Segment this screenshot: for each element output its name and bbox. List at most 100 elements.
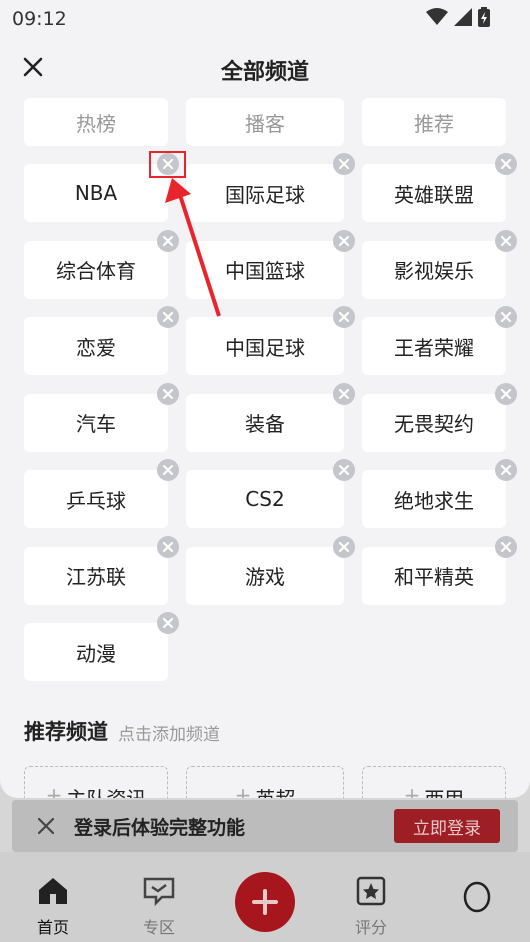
channel-tile[interactable]: 中国足球: [186, 317, 344, 375]
tab-home-label: 首页: [36, 918, 69, 937]
channel-tile[interactable]: 绝地求生: [362, 470, 506, 528]
plus-icon: +: [234, 783, 252, 798]
channel-label: 动漫: [76, 641, 116, 666]
channel-tile[interactable]: 和平精英: [362, 546, 506, 605]
tab-rating[interactable]: 评分: [339, 876, 403, 938]
close-icon: [162, 158, 174, 170]
add-post-button[interactable]: [235, 872, 295, 932]
tab-zone[interactable]: 专区: [127, 876, 191, 938]
close-icon: [338, 311, 350, 323]
remove-channel-button[interactable]: [157, 535, 179, 558]
login-button[interactable]: 立即登录: [394, 809, 500, 843]
recommended-channel-tile[interactable]: +英超: [186, 766, 344, 798]
recommended-title: 推荐频道: [24, 720, 108, 744]
remove-channel-button[interactable]: [495, 535, 517, 558]
remove-channel-button[interactable]: [157, 306, 179, 328]
close-icon: [500, 158, 512, 170]
remove-channel-button[interactable]: [157, 229, 179, 252]
remove-channel-button[interactable]: [495, 459, 517, 481]
recommended-channel-tile[interactable]: +西甲: [362, 766, 506, 798]
channel-tile[interactable]: 装备: [186, 393, 344, 452]
remove-channel-button[interactable]: [157, 153, 179, 175]
channel-tile[interactable]: 王者荣耀: [362, 317, 506, 375]
channel-label: 绝地求生: [394, 488, 474, 513]
remove-channel-button[interactable]: [333, 459, 355, 481]
tab-rating-label: 评分: [354, 918, 387, 937]
channel-label: 西甲: [424, 783, 464, 798]
channel-label: 装备: [245, 412, 285, 436]
remove-channel-button[interactable]: [333, 306, 355, 328]
channel-tile[interactable]: 中国篮球: [186, 240, 344, 299]
tab-profile[interactable]: [445, 880, 509, 918]
remove-channel-button[interactable]: [495, 382, 517, 405]
channel-tile[interactable]: 国际足球: [186, 164, 344, 222]
remove-channel-button[interactable]: [157, 612, 179, 634]
remove-channel-button[interactable]: [157, 382, 179, 405]
channel-tile[interactable]: 英雄联盟: [362, 164, 506, 222]
plus-icon: +: [45, 783, 63, 798]
close-icon: [500, 235, 512, 246]
close-icon: [338, 388, 350, 399]
channel-tile[interactable]: NBA: [24, 164, 168, 222]
close-icon: [500, 464, 512, 476]
channel-tile[interactable]: 江苏联: [24, 546, 168, 605]
channel-sheet: 全部频道 热榜 播客 推荐 NBA 国际足球 英雄联盟综合体育 中国篮球 影视娱乐恋爱 中国足球…: [0, 38, 530, 798]
login-banner: 登录后体验完整功能 立即登录: [12, 800, 518, 852]
channel-label: 中国足球: [225, 335, 305, 360]
close-icon[interactable]: [34, 814, 58, 838]
channel-tile[interactable]: 推荐: [362, 98, 506, 146]
channel-label: 中国篮球: [225, 259, 305, 283]
close-icon: [338, 464, 350, 476]
channel-tile[interactable]: 恋爱: [24, 317, 168, 375]
channel-label: NBA: [74, 181, 118, 205]
home-icon: [39, 878, 67, 904]
channel-tile[interactable]: 游戏: [186, 546, 344, 605]
channel-label: 国际足球: [225, 182, 305, 207]
channel-tile[interactable]: 播客: [186, 98, 344, 146]
channel-label: 游戏: [245, 565, 285, 589]
login-prompt-text: 登录后体验完整功能: [74, 817, 246, 839]
channel-label: 影视娱乐: [394, 259, 474, 283]
channel-label: 英雄联盟: [394, 182, 474, 207]
status-icons: [426, 7, 490, 27]
close-icon: [500, 541, 512, 552]
close-icon: [162, 617, 174, 629]
remove-channel-button[interactable]: [333, 382, 355, 405]
recommended-channel-tile[interactable]: +主队资讯: [24, 766, 168, 798]
channel-label: 无畏契约: [394, 412, 474, 436]
remove-channel-button[interactable]: [495, 153, 517, 175]
channel-label: 乒乓球: [66, 488, 126, 513]
close-icon: [338, 541, 350, 552]
status-time: 09:12: [12, 8, 67, 30]
channel-tile[interactable]: 动漫: [24, 623, 168, 681]
close-icon: [500, 388, 512, 399]
remove-channel-button[interactable]: [333, 153, 355, 175]
remove-channel-button[interactable]: [495, 306, 517, 328]
remove-channel-button[interactable]: [333, 229, 355, 252]
channel-label: 主队资讯: [66, 783, 146, 798]
plus-icon: +: [403, 783, 421, 798]
header: 全部频道: [0, 38, 530, 100]
close-icon: [162, 464, 174, 476]
recommended-subtitle: 点击添加频道: [118, 725, 220, 745]
close-icon: [338, 235, 350, 246]
channel-tile[interactable]: 汽车: [24, 393, 168, 452]
profile-circle-icon: [463, 881, 491, 913]
remove-channel-button[interactable]: [495, 229, 517, 252]
channel-tile[interactable]: 无畏契约: [362, 393, 506, 452]
channel-label: 王者荣耀: [394, 335, 474, 360]
cell-signal-icon: [454, 8, 472, 26]
channel-label: 和平精英: [394, 565, 474, 589]
channel-label: 江苏联: [66, 565, 126, 589]
channel-tile[interactable]: 热榜: [24, 98, 168, 146]
tab-home[interactable]: 首页: [21, 876, 85, 938]
plus-icon: [252, 889, 278, 915]
chat-bubble-icon: [143, 877, 175, 907]
remove-channel-button[interactable]: [333, 535, 355, 558]
close-icon: [162, 388, 174, 399]
remove-channel-button[interactable]: [157, 459, 179, 481]
channel-tile[interactable]: 综合体育: [24, 240, 168, 299]
channel-tile[interactable]: 影视娱乐: [362, 240, 506, 299]
channel-tile[interactable]: CS2: [186, 470, 344, 528]
channel-tile[interactable]: 乒乓球: [24, 470, 168, 528]
